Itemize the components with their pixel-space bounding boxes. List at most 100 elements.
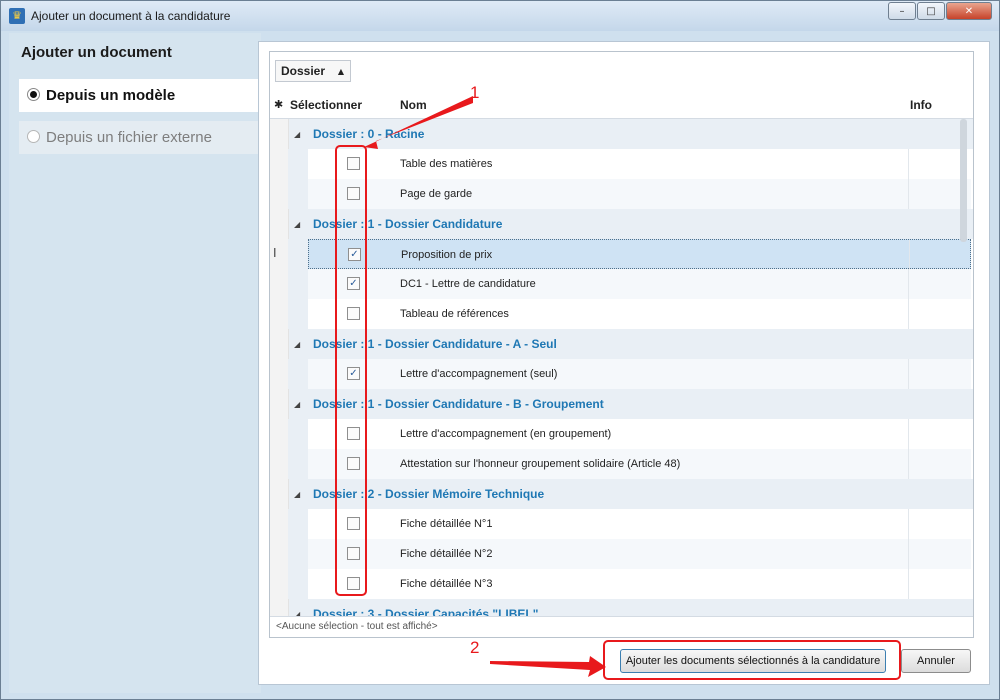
document-name: Table des matières [400,158,493,170]
group-by-dossier[interactable]: Dossier ▲ [275,60,351,82]
row-indent [288,359,308,389]
sort-up-icon: ▲ [337,67,344,76]
row-indicator [270,419,289,449]
collapse-triangle-icon[interactable]: ◢ [294,220,300,229]
row-cells: Fiche détaillée N°2 [308,539,971,569]
sidebar-title: Ajouter un document [21,44,172,61]
text-cursor-icon: I [273,246,277,260]
row-indicator [270,449,289,479]
group-row[interactable]: ◢ Dossier : 0 - Racine [270,119,973,149]
document-row[interactable]: Lettre d'accompagnement (seul) [270,359,973,389]
document-row[interactable]: Table des matières [270,149,973,179]
document-row[interactable]: Fiche détaillée N°1 [270,509,973,539]
info-cell [908,269,972,299]
row-indicator [270,179,289,209]
document-row[interactable]: Page de garde [270,179,973,209]
row-cells: Proposition de prix [308,239,973,270]
document-name: Tableau de références [400,308,509,320]
header-select[interactable]: Sélectionner [290,98,362,112]
row-indicator: I [270,239,289,269]
dialog-window: ♛ Ajouter un document à la candidature –… [0,0,1000,700]
row-indent [288,569,308,599]
annotation-number-1: 1 [470,83,480,102]
info-cell [908,569,972,599]
document-row[interactable]: Lettre d'accompagnement (en groupement) [270,419,973,449]
document-row[interactable]: Attestation sur l'honneur groupement sol… [270,449,973,479]
document-row[interactable]: Tableau de références [270,299,973,329]
row-indent [288,239,308,269]
row-indicator [270,329,289,359]
grid-header: ✱ Sélectionner Nom Info [270,90,973,119]
info-cell [908,299,972,329]
info-cell [908,419,972,449]
document-row[interactable]: Fiche détaillée N°2 [270,539,973,569]
header-name[interactable]: Nom [400,98,427,112]
document-grid: Dossier ▲ ✱ Sélectionner Nom Info ◢ Dossi… [269,51,974,638]
trophy-icon: ♛ [9,8,25,24]
info-cell [908,509,972,539]
group-title: Dossier : 0 - Racine [313,127,425,141]
document-row[interactable]: DC1 - Lettre de candidature [270,269,973,299]
row-indicator [270,569,289,599]
annotation-checkbox-highlight [335,145,367,596]
row-indicator [270,299,289,329]
vertical-scrollbar[interactable] [960,119,967,242]
collapse-triangle-icon[interactable]: ◢ [294,400,300,409]
document-name: Lettre d'accompagnement (en groupement) [400,428,612,440]
document-row[interactable]: I Proposition de prix [270,239,973,270]
radio-unselected-icon[interactable] [27,130,40,143]
filter-status: <Aucune sélection - tout est affiché> [270,616,973,637]
row-indicator [270,149,289,179]
row-indent [288,509,308,539]
option-label: Depuis un modèle [46,87,176,104]
row-indicator [270,269,289,299]
row-indent [288,269,308,299]
group-row[interactable]: ◢ Dossier : 1 - Dossier Candidature - A -… [270,329,973,359]
row-indent [288,419,308,449]
row-cells: Fiche détaillée N°1 [308,509,971,539]
row-indicator [270,209,289,239]
group-row[interactable]: ◢ Dossier : 1 - Dossier Candidature - B -… [270,389,973,419]
option-from-external-file[interactable]: Depuis un fichier externe [19,121,259,154]
document-name: DC1 - Lettre de candidature [400,278,536,290]
row-indent [288,149,308,179]
row-cells: Tableau de références [308,299,971,329]
row-indent [288,449,308,479]
row-indent [288,299,308,329]
row-indicator [270,359,289,389]
document-row[interactable]: Fiche détaillée N°3 [270,569,973,599]
row-indicator [270,389,289,419]
group-row[interactable]: ◢ Dossier : 1 - Dossier Candidature [270,209,973,239]
row-cells: Lettre d'accompagnement (seul) [308,359,971,389]
collapse-triangle-icon[interactable]: ◢ [294,340,300,349]
close-button[interactable]: ✕ [946,2,992,20]
row-cells: Fiche détaillée N°3 [308,569,971,599]
header-info[interactable]: Info [910,98,932,112]
header-star: ✱ [274,98,284,111]
row-cells: Attestation sur l'honneur groupement sol… [308,449,971,479]
info-cell [909,240,973,270]
row-cells: Lettre d'accompagnement (en groupement) [308,419,971,449]
info-cell [908,449,972,479]
radio-selected-icon[interactable] [27,88,40,101]
info-cell [908,359,972,389]
document-name: Attestation sur l'honneur groupement sol… [400,458,681,470]
collapse-triangle-icon[interactable]: ◢ [294,130,300,139]
minimize-button[interactable]: – [888,2,916,20]
title-bar: ♛ Ajouter un document à la candidature –… [1,1,999,31]
document-name: Page de garde [400,188,473,200]
document-name: Lettre d'accompagnement (seul) [400,368,558,380]
sidebar: Ajouter un document Depuis un modèle Dep… [9,33,261,693]
option-label: Depuis un fichier externe [46,129,212,146]
annotation-button-highlight [603,640,901,680]
row-cells: Page de garde [308,179,971,209]
maximize-button[interactable]: □ [917,2,945,20]
row-indicator [270,119,289,149]
collapse-triangle-icon[interactable]: ◢ [294,490,300,499]
cancel-button[interactable]: Annuler [901,649,971,673]
option-from-template[interactable]: Depuis un modèle [19,79,259,112]
row-indent [288,539,308,569]
row-indent [288,179,308,209]
row-cells: Table des matières [308,149,971,179]
group-row[interactable]: ◢ Dossier : 2 - Dossier Mémoire Technique [270,479,973,509]
